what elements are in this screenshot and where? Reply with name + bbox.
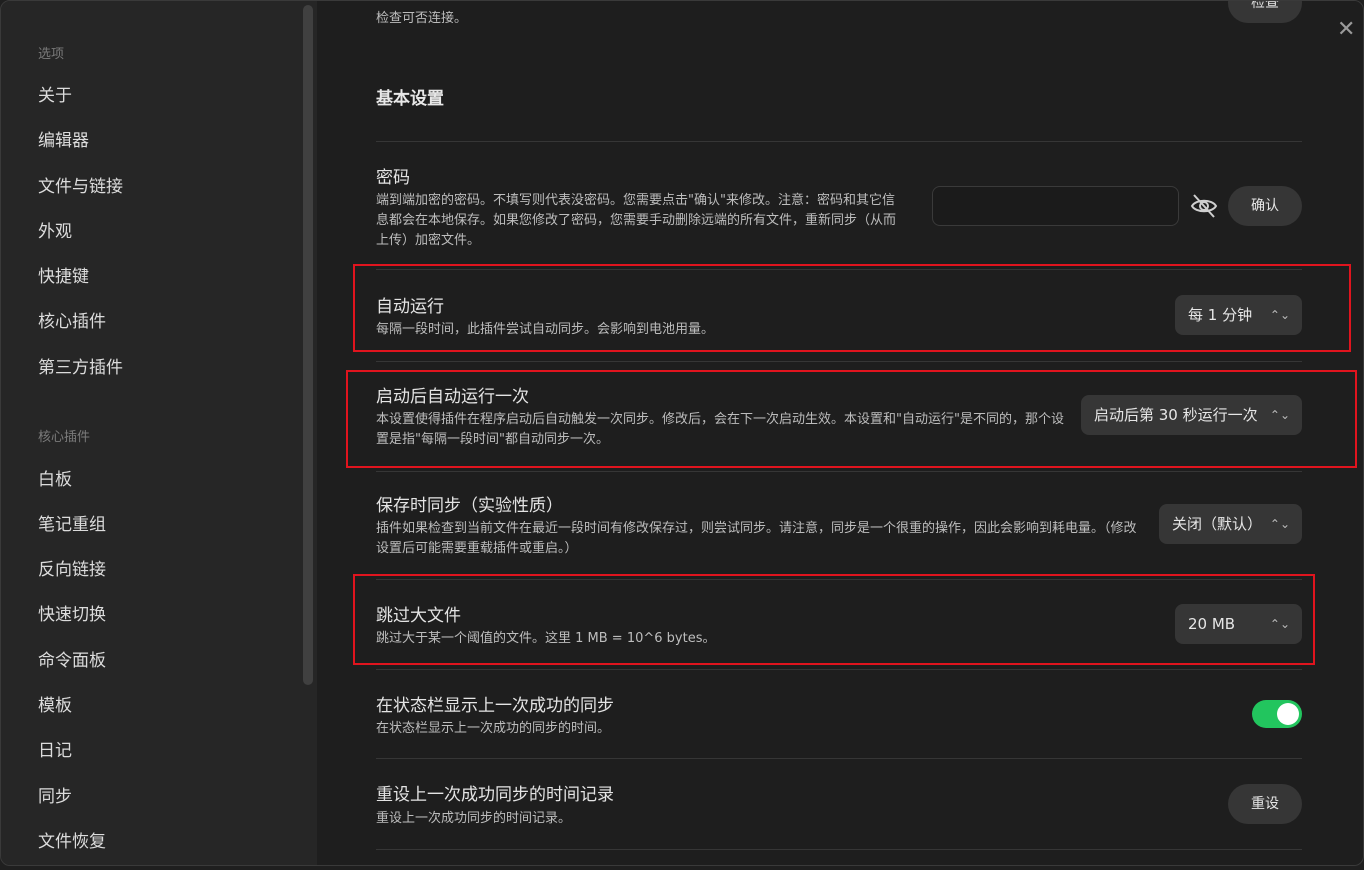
eye-off-icon[interactable] <box>1189 191 1219 221</box>
sidebar-item-note-composer[interactable]: 笔记重组 <box>38 510 106 535</box>
sidebar-heading-core: 核心插件 <box>38 430 91 445</box>
status-bar-toggle[interactable] <box>1252 700 1302 728</box>
settings-sidebar: 选项 关于 编辑器 文件与链接 外观 快捷键 核心插件 第三方插件 核心插件 白… <box>1 1 317 865</box>
save-sync-select[interactable]: 关闭（默认） ⌃⌄ <box>1159 504 1302 544</box>
sidebar-item-backlinks[interactable]: 反向链接 <box>38 555 106 580</box>
divider <box>376 849 1302 850</box>
highlight-box <box>353 264 1351 352</box>
section-title: 基本设置 <box>376 89 444 109</box>
sidebar-item-templates[interactable]: 模板 <box>38 691 72 716</box>
sidebar-item-about[interactable]: 关于 <box>38 81 72 106</box>
password-label: 密码 <box>376 168 410 188</box>
check-connection-desc: 检查可否连接。 <box>376 11 468 26</box>
sidebar-item-canvas[interactable]: 白板 <box>38 465 72 490</box>
reset-desc: 重设上一次成功同步的时间记录。 <box>376 811 572 826</box>
save-sync-desc: 插件如果检查到当前文件在最近一段时间有修改保存过，则尝试同步。请注意，同步是一个… <box>376 521 1137 556</box>
sidebar-item-community-plugins[interactable]: 第三方插件 <box>38 353 123 378</box>
save-sync-value: 关闭（默认） <box>1172 515 1263 533</box>
password-desc: 端到端加密的密码。不填写则代表没密码。您需要点击"确认"来修改。注意：密码和其它… <box>376 193 897 248</box>
close-icon[interactable]: ✕ <box>1337 19 1355 41</box>
save-sync-label: 保存时同步（实验性质） <box>376 496 563 516</box>
sidebar-item-quick-switcher[interactable]: 快速切换 <box>38 600 106 625</box>
sidebar-item-core-plugins[interactable]: 核心插件 <box>38 307 106 332</box>
sidebar-item-sync[interactable]: 同步 <box>38 782 72 807</box>
divider <box>376 669 1302 670</box>
sidebar-item-editor[interactable]: 编辑器 <box>38 126 89 151</box>
settings-modal: 选项 关于 编辑器 文件与链接 外观 快捷键 核心插件 第三方插件 核心插件 白… <box>0 0 1364 866</box>
highlight-box <box>346 370 1357 468</box>
password-input[interactable] <box>932 186 1179 226</box>
sidebar-scrollbar[interactable] <box>303 5 313 685</box>
sidebar-item-hotkeys[interactable]: 快捷键 <box>38 262 89 287</box>
sidebar-item-file-recovery[interactable]: 文件恢复 <box>38 827 106 852</box>
reset-button[interactable]: 重设 <box>1228 784 1302 824</box>
toggle-knob <box>1277 703 1299 725</box>
chevron-updown-icon: ⌃⌄ <box>1269 517 1290 531</box>
confirm-button[interactable]: 确认 <box>1228 186 1302 226</box>
sidebar-item-files-links[interactable]: 文件与链接 <box>38 172 123 197</box>
sidebar-heading-options: 选项 <box>38 47 65 62</box>
divider <box>376 758 1302 759</box>
sidebar-item-command-palette[interactable]: 命令面板 <box>38 646 106 671</box>
divider <box>376 471 1302 472</box>
check-button[interactable]: 检查 <box>1228 1 1302 23</box>
sidebar-item-appearance[interactable]: 外观 <box>38 217 72 242</box>
highlight-box <box>353 574 1315 665</box>
divider <box>376 361 1302 362</box>
sidebar-item-daily-notes[interactable]: 日记 <box>38 736 72 761</box>
status-bar-desc: 在状态栏显示上一次成功的同步的时间。 <box>376 721 611 736</box>
divider <box>376 141 1302 142</box>
status-bar-label: 在状态栏显示上一次成功的同步 <box>376 696 614 716</box>
reset-label: 重设上一次成功同步的时间记录 <box>376 785 614 805</box>
